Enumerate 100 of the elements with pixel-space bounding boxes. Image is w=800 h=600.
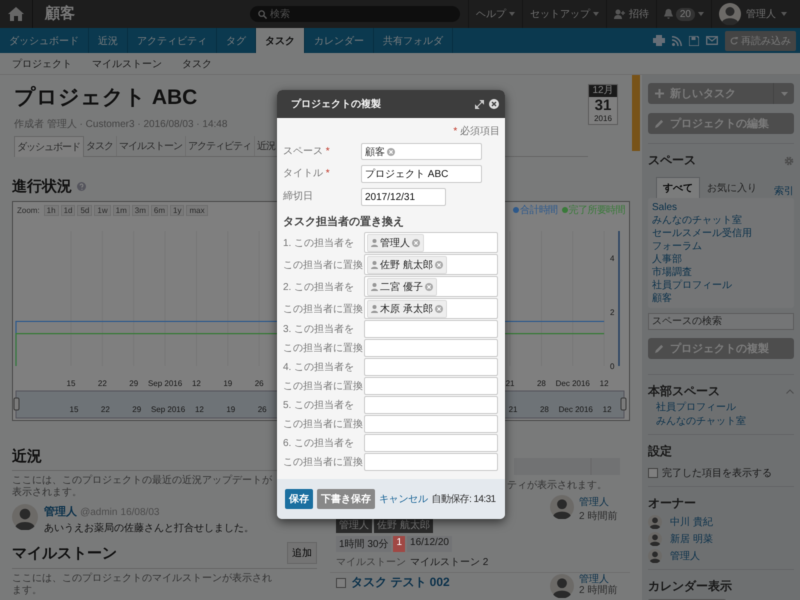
assignee-field[interactable]: 佐野 航太郎 — [364, 254, 498, 275]
pencil-icon — [655, 344, 664, 353]
add-button[interactable]: 追加 — [287, 542, 317, 564]
milestone-link[interactable]: マイルストーン 2 — [410, 555, 488, 569]
space-link[interactable]: セールスメール受信用 — [652, 227, 790, 240]
field-label: この担当者に置換 — [283, 342, 364, 355]
space-link[interactable]: Sales — [652, 201, 790, 214]
sub-nav-link[interactable]: タスク — [176, 56, 218, 70]
space-field[interactable]: 顧客 — [361, 143, 482, 160]
navigator-label: Dec 2016 — [558, 405, 593, 414]
space-search-field[interactable]: スペースの検索 — [648, 313, 794, 330]
project-tab[interactable]: アクティビティ — [186, 136, 255, 156]
assignee-field[interactable] — [364, 415, 498, 433]
sidebar-heading: 本部スペース — [648, 383, 720, 400]
space-link[interactable]: 顧客 — [652, 292, 790, 305]
pencil-icon — [655, 119, 664, 128]
zoom-button[interactable]: 1y — [170, 204, 184, 216]
due-day: 31 — [589, 97, 617, 114]
nav-tab[interactable]: アクティビティ — [128, 28, 217, 53]
space-link[interactable]: みんなのチャット室 — [652, 214, 790, 227]
title-field[interactable]: プロジェクト ABC — [361, 165, 482, 183]
assignee-field[interactable] — [364, 320, 498, 338]
owner-link[interactable]: 中川 貴紀 — [670, 516, 713, 528]
range-handle[interactable] — [14, 398, 20, 410]
space-link[interactable]: 人事部 — [652, 253, 790, 266]
search-field[interactable]: 検索 — [250, 6, 460, 22]
save-icon[interactable] — [689, 36, 699, 46]
assignee-field[interactable] — [364, 434, 498, 452]
help-icon[interactable] — [77, 182, 86, 191]
required-note: 必須項目 — [460, 126, 500, 137]
section-description: ここには、このプロジェクトのマイルストーンが表示されます。 — [12, 573, 273, 597]
remove-icon[interactable] — [387, 148, 395, 156]
home-icon[interactable] — [8, 7, 24, 21]
project-tab[interactable]: ダッシュボード — [14, 136, 84, 157]
remove-icon[interactable] — [434, 304, 443, 312]
assignee-field[interactable]: 木原 承太郎 — [364, 298, 498, 319]
zoom-button[interactable]: 3m — [132, 204, 149, 216]
close-icon[interactable] — [489, 99, 499, 109]
zoom-button[interactable]: 1d — [60, 204, 76, 216]
date-field[interactable]: 2017/12/31 — [361, 188, 446, 206]
nav-tab[interactable]: カレンダー — [305, 28, 374, 53]
task-checkbox[interactable] — [336, 578, 346, 588]
nav-tab[interactable]: タスク — [256, 28, 305, 53]
save-button[interactable]: 保存 — [285, 489, 313, 509]
sub-nav-link[interactable]: プロジェクト — [6, 56, 78, 70]
zoom-button[interactable]: 1w — [94, 204, 111, 216]
owner-link[interactable]: 管理人 — [579, 497, 609, 508]
zoom-button[interactable]: 6m — [150, 204, 168, 216]
space-link[interactable]: 社員プロフィール — [652, 279, 790, 292]
sidebar-heading: カレンダー表示 — [648, 578, 733, 595]
space-link[interactable]: 市場調査 — [652, 266, 790, 279]
remove-icon[interactable] — [434, 260, 443, 268]
expand-icon[interactable] — [475, 100, 484, 108]
navigator-label: 26 — [258, 405, 267, 414]
nav-tab[interactable]: 近況 — [89, 28, 128, 53]
chevron-icon[interactable] — [786, 389, 794, 394]
sub-nav-link[interactable]: マイルストーン — [86, 56, 168, 70]
space-link[interactable]: みんなのチャット室 — [648, 415, 794, 428]
field-label: 6. この担当者を — [283, 436, 356, 450]
remove-icon[interactable] — [412, 238, 420, 246]
settings-icon[interactable] — [784, 156, 794, 166]
remove-icon[interactable] — [424, 282, 433, 290]
project-title: プロジェクト ABC — [14, 85, 198, 111]
nav-tab[interactable]: ダッシュボード — [0, 28, 89, 53]
rss-icon[interactable] — [672, 36, 682, 46]
dropdown-button[interactable] — [774, 83, 794, 104]
assignee-field[interactable]: 二宮 優子 — [364, 276, 498, 297]
index-link[interactable]: 索引 — [774, 184, 794, 198]
space-link[interactable]: フォーラム — [652, 240, 790, 253]
task-title[interactable]: タスク テスト 002 — [351, 574, 450, 591]
required-mark: * — [453, 126, 458, 137]
space-link[interactable]: 社員プロフィール — [648, 401, 794, 414]
space-tab[interactable]: お気に入り — [700, 177, 764, 198]
assignee-field[interactable] — [364, 339, 498, 357]
project-tab[interactable]: マイルストーン — [117, 136, 186, 156]
mail-icon[interactable] — [706, 36, 718, 45]
field-label: 2. この担当者を — [283, 280, 356, 294]
caret-icon — [508, 12, 515, 16]
owner-link[interactable]: 新居 明菜 — [670, 532, 713, 546]
assignee-field[interactable]: 管理人 — [364, 232, 498, 253]
cancel-link[interactable]: キャンセル — [379, 492, 428, 506]
assignee-field[interactable] — [364, 396, 498, 414]
assignee-field[interactable] — [364, 358, 498, 376]
save-draft-button[interactable]: 下書き保存 — [317, 489, 375, 509]
space-tab[interactable]: すべて — [656, 177, 700, 198]
zoom-button[interactable]: 1m — [112, 204, 130, 216]
assignee-field[interactable] — [364, 377, 498, 395]
range-handle[interactable] — [620, 398, 626, 410]
assignee-field[interactable] — [364, 453, 498, 471]
zoom-button[interactable]: max — [186, 204, 208, 216]
zoom-button[interactable]: 5d — [77, 204, 92, 216]
owner-link[interactable]: 管理人 — [579, 574, 609, 585]
avatar-icon — [719, 3, 741, 25]
option-checkbox[interactable] — [648, 468, 658, 478]
zoom-button[interactable]: 1h — [44, 204, 59, 216]
project-tab[interactable]: タスク — [84, 136, 117, 156]
post-author[interactable]: 管理人 — [44, 506, 77, 518]
nav-tab[interactable]: 共有フォルダ — [374, 28, 453, 53]
owner-link[interactable]: 管理人 — [670, 550, 700, 562]
bell-icon — [664, 9, 673, 19]
